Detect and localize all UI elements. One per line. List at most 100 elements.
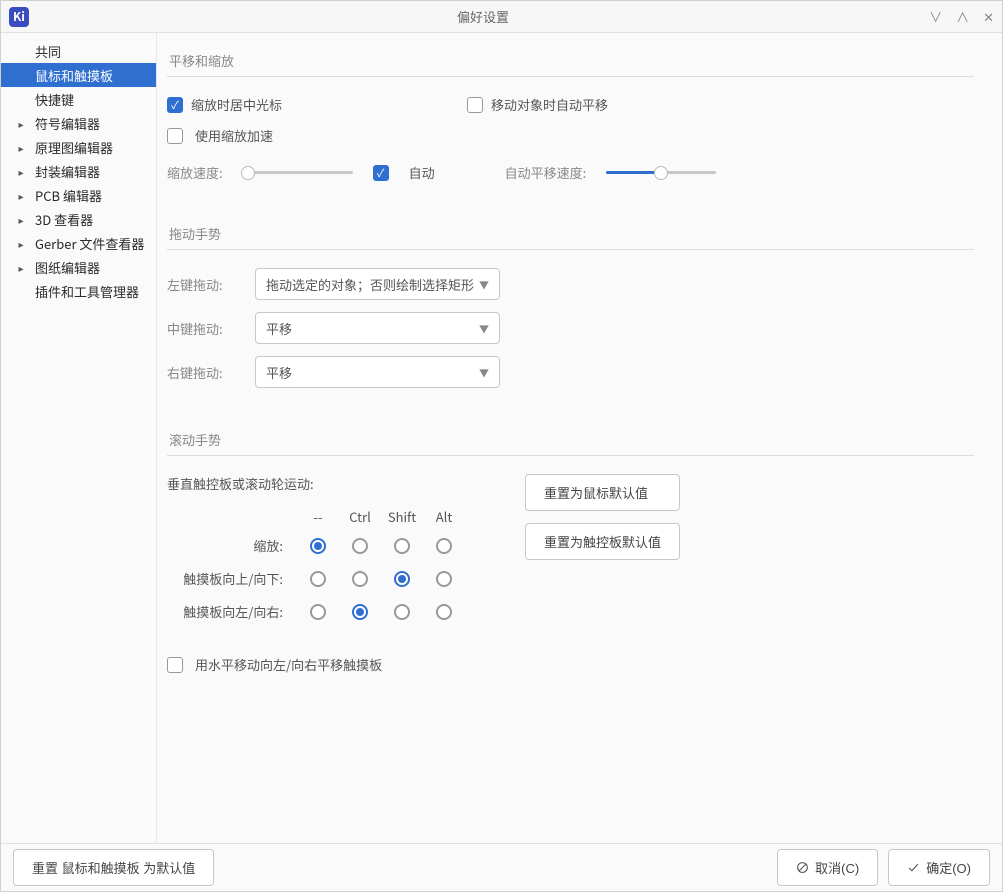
scroll-radio[interactable] [394,571,410,587]
horiz-pan-label: 用水平移动向左/向右平移触摸板 [195,655,382,674]
scroll-col-header: Ctrl [349,507,371,526]
footer: 重置 鼠标和触摸板 为默认值 取消(C) 确定(O) [1,843,1002,891]
expand-icon: ▸ [15,188,27,203]
scroll-radio[interactable] [310,571,326,587]
autopan-speed-label: 自动平移速度: [505,163,587,182]
drag-left-value: 拖动选定的对象；否则绘制选择矩形 [266,275,474,294]
expand-icon: ▸ [15,164,27,179]
drag-middle-dropdown[interactable]: 平移 ▼ [255,312,500,344]
panzoom-section-title: 平移和缩放 [167,51,974,70]
scroll-table-row: 触摸板向上/向下: [167,569,465,588]
panzoom-row1: ✓ 缩放时居中光标 移动对象时自动平移 [167,95,974,114]
zoom-speed-slider[interactable] [243,165,353,181]
scroll-radio[interactable] [436,538,452,554]
autopan-speed-slider[interactable] [606,165,716,181]
zoom-accel-checkbox[interactable] [167,128,183,144]
check-icon [907,861,920,874]
zoom-auto-label: 自动 [409,163,435,182]
scroll-radio[interactable] [394,538,410,554]
sidebar-item[interactable]: 共同 [1,39,156,63]
chevron-down-icon: ▼ [479,277,489,292]
cancel-icon [796,861,809,874]
ok-button[interactable]: 确定(O) [888,849,990,886]
horiz-pan-checkbox[interactable] [167,657,183,673]
drag-section-title: 拖动手势 [167,224,974,243]
sidebar-item-label: Gerber 文件查看器 [31,232,148,255]
expand-icon: ▸ [15,212,27,227]
scroll-body: 垂直触控板或滚动轮运动: --CtrlShiftAlt缩放:触摸板向上/向下:触… [167,474,974,635]
reset-mouse-button[interactable]: 重置为鼠标默认值 [525,474,680,511]
scroll-radio[interactable] [436,604,452,620]
window-title: 偏好设置 [37,7,929,26]
close-icon[interactable]: ✕ [983,7,994,26]
drag-middle-row: 中键拖动: 平移 ▼ [167,312,974,344]
scroll-radio[interactable] [352,538,368,554]
app-icon: Ki [9,7,29,27]
drag-left-dropdown[interactable]: 拖动选定的对象；否则绘制选择矩形 ▼ [255,268,500,300]
panzoom-row2: 使用缩放加速 [167,126,974,145]
scroll-col-header: -- [313,507,322,526]
minimize-icon[interactable]: ∨ [929,7,942,26]
scroll-radio[interactable] [394,604,410,620]
scroll-section-title: 滚动手势 [167,430,974,449]
sidebar-item-label: 封装编辑器 [31,160,104,183]
sidebar-item[interactable]: ▸ 符号编辑器 [1,111,156,135]
autopan-on-move-checkbox[interactable] [467,97,483,113]
expand-icon: ▸ [15,140,27,155]
center-cursor-label: 缩放时居中光标 [191,95,282,114]
content: 平移和缩放 ✓ 缩放时居中光标 移动对象时自动平移 使用缩放加速 缩放速度: [157,33,1002,843]
sidebar-item-label: 鼠标和触摸板 [31,64,117,87]
body: 共同鼠标和触摸板快捷键▸符号编辑器▸原理图编辑器▸封装编辑器▸PCB 编辑器▸3… [1,33,1002,843]
sidebar-item-label: 3D 查看器 [31,208,97,231]
drag-right-dropdown[interactable]: 平移 ▼ [255,356,500,388]
scroll-radio[interactable] [310,604,326,620]
sidebar-item[interactable]: ▸ 图纸编辑器 [1,255,156,279]
scroll-col-header: Shift [388,507,416,526]
sidebar-item[interactable]: ▸ Gerber 文件查看器 [1,231,156,255]
sidebar-item-label: 图纸编辑器 [31,256,104,279]
scroll-row-label: 缩放: [253,536,297,555]
sidebar-item-label: 共同 [31,40,65,63]
zoom-accel-label: 使用缩放加速 [195,126,273,145]
reset-trackpad-button[interactable]: 重置为触控板默认值 [525,523,680,560]
panzoom-row3: 缩放速度: ✓ 自动 自动平移速度: [167,163,974,182]
zoom-auto-checkbox[interactable]: ✓ [373,165,389,181]
scroll-reset-buttons: 重置为鼠标默认值 重置为触控板默认值 [525,474,680,560]
center-cursor-checkbox[interactable]: ✓ [167,97,183,113]
sidebar-item[interactable]: ▸ 3D 查看器 [1,207,156,231]
chevron-down-icon: ▼ [479,321,489,336]
cancel-button[interactable]: 取消(C) [777,849,878,886]
scroll-radio[interactable] [352,571,368,587]
reset-defaults-button[interactable]: 重置 鼠标和触摸板 为默认值 [13,849,214,886]
scroll-table-row: 触摸板向左/向右: [167,602,465,621]
sidebar-item[interactable]: ▸ PCB 编辑器 [1,183,156,207]
sidebar-item[interactable]: 鼠标和触摸板 [1,63,156,87]
scroll-table: -- Ctrl Shift Alt 缩放: 触摸板向上/向下: 触摸板向左/向右: [167,507,465,621]
sidebar-item-label: 快捷键 [31,88,78,111]
zoom-speed-label: 缩放速度: [167,163,223,182]
drag-right-value: 平移 [266,363,292,382]
drag-left-label: 左键拖动: [167,275,237,294]
expand-icon: ▸ [15,116,27,131]
sidebar-item[interactable]: ▸ 封装编辑器 [1,159,156,183]
window-controls: ∨ ∧ ✕ [929,7,994,26]
sidebar-item[interactable]: 插件和工具管理器 [1,279,156,303]
horiz-pan-row: 用水平移动向左/向右平移触摸板 [167,655,974,674]
scroll-col-header: Alt [436,507,453,526]
sidebar-item[interactable]: ▸原理图编辑器 [1,135,156,159]
sidebar-item-label: PCB 编辑器 [31,184,106,207]
scroll-radio[interactable] [310,538,326,554]
scroll-radio[interactable] [352,604,368,620]
autopan-on-move-label: 移动对象时自动平移 [491,95,608,114]
drag-right-label: 右键拖动: [167,363,237,382]
separator [167,76,974,77]
drag-left-row: 左键拖动: 拖动选定的对象；否则绘制选择矩形 ▼ [167,268,974,300]
maximize-icon[interactable]: ∧ [956,7,969,26]
expand-icon: ▸ [15,236,27,251]
sidebar-item[interactable]: 快捷键 [1,87,156,111]
sidebar-item-label: 插件和工具管理器 [31,280,143,303]
expand-icon: ▸ [15,260,27,275]
scroll-table-header: -- Ctrl Shift Alt [167,507,465,526]
sidebar-item-label: 符号编辑器 [31,112,104,135]
scroll-radio[interactable] [436,571,452,587]
